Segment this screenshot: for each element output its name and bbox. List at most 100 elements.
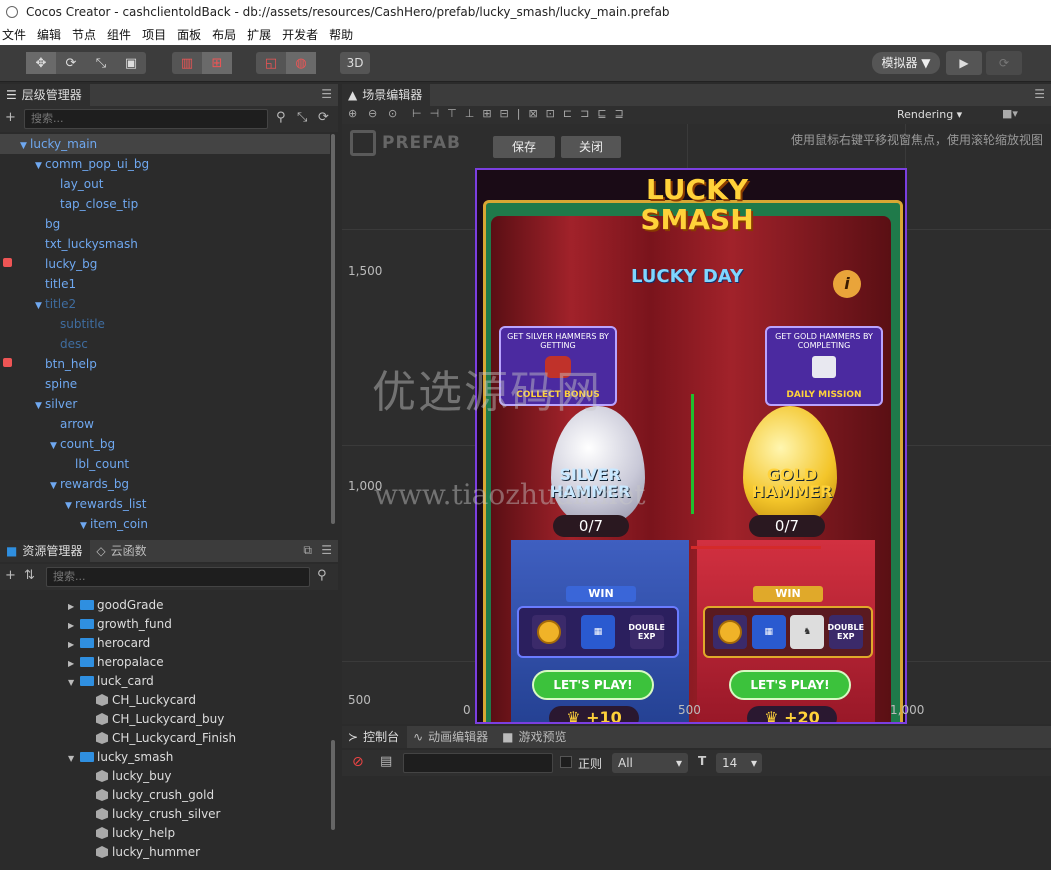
game-prefab-preview[interactable]: LUCKY SMASH LUCKY DAY i GET SILVER HAMME… <box>475 168 907 724</box>
asset-folder[interactable]: ▶ herocard <box>0 634 330 653</box>
save-button[interactable]: 保存 <box>493 136 555 158</box>
scale-tool-icon[interactable]: ⤡ <box>86 52 116 74</box>
pivot-icon[interactable]: ▥ <box>172 52 202 74</box>
log-file-icon[interactable]: ▤ <box>380 754 392 769</box>
locate-icon[interactable]: ⤡ <box>297 110 307 125</box>
menu-node[interactable]: 节点 <box>70 26 99 43</box>
info-help-button[interactable]: i <box>833 270 861 298</box>
simulator-dropdown[interactable]: 模拟器 ▼ <box>872 52 940 74</box>
hierarchy-node[interactable]: ▼ item_coin <box>0 514 330 534</box>
chevron-down-icon[interactable]: ▼ <box>50 436 60 456</box>
hierarchy-node[interactable]: desc <box>0 334 330 354</box>
tab-animation-editor[interactable]: ∿ 动画编辑器 <box>407 726 497 748</box>
menu-developer[interactable]: 开发者 <box>280 26 321 43</box>
menu-file[interactable]: 文件 <box>0 26 29 43</box>
tab-hierarchy[interactable]: ☰ 层级管理器 <box>0 84 90 106</box>
search-icon[interactable]: ⚲ <box>276 110 286 125</box>
menu-panel[interactable]: 面板 <box>175 26 204 43</box>
menu-layout[interactable]: 布局 <box>210 26 239 43</box>
console-filter-input[interactable] <box>403 753 553 773</box>
chevron-down-icon[interactable]: ▼ <box>65 496 75 516</box>
silver-play-button[interactable]: LET'S PLAY! <box>532 670 654 700</box>
sort-icon[interactable]: ⇅ <box>24 568 35 583</box>
maximize-icon[interactable]: ⧉ <box>303 543 312 558</box>
chevron-right-icon[interactable]: ▶ <box>68 597 80 616</box>
zoom-out-icon[interactable]: ⊖ <box>368 107 377 120</box>
scene-viewport[interactable]: 1,500 1,000 500 PREFAB 保存 关闭 使用鼠标右键平移视窗焦… <box>342 124 1051 724</box>
gold-play-button[interactable]: LET'S PLAY! <box>729 670 851 700</box>
hierarchy-scrollbar[interactable] <box>331 134 335 524</box>
hierarchy-node[interactable]: ▼ rewards_bg <box>0 474 330 494</box>
chevron-down-icon[interactable]: ▼ <box>68 673 80 692</box>
font-size-select[interactable]: 14 ▾ <box>716 753 762 773</box>
chevron-down-icon[interactable]: ▼ <box>35 396 45 416</box>
3d-toggle-button[interactable]: 3D <box>340 52 370 74</box>
global-coord-icon[interactable]: ◍ <box>286 52 316 74</box>
tab-assets[interactable]: ■ 资源管理器 <box>0 540 91 562</box>
chevron-down-icon[interactable]: ▼ <box>68 749 80 768</box>
log-level-select[interactable]: All ▾ <box>612 753 688 773</box>
add-node-icon[interactable]: + <box>5 110 16 125</box>
hierarchy-node[interactable]: title1 <box>0 274 330 294</box>
chevron-right-icon[interactable]: ▶ <box>68 616 80 635</box>
hierarchy-node[interactable]: ▼ silver <box>0 394 330 414</box>
asset-prefab[interactable]: CH_Luckycard_buy <box>0 710 330 729</box>
rotate-tool-icon[interactable]: ⟳ <box>56 52 86 74</box>
chevron-down-icon[interactable]: ▼ <box>20 136 30 156</box>
asset-prefab[interactable]: lucky_help <box>0 824 330 843</box>
align-tools[interactable]: ⊢⊣⊤⊥⊞⊟|⊠⊡⊏⊐⊑⊒ <box>412 107 632 120</box>
hierarchy-node[interactable]: txt_luckysmash <box>0 234 330 254</box>
hierarchy-node[interactable]: arrow <box>0 414 330 434</box>
tab-game-preview[interactable]: ■ 游戏预览 <box>496 726 575 748</box>
hierarchy-search-input[interactable]: 搜索... <box>24 109 268 129</box>
chevron-down-icon[interactable]: ▼ <box>35 296 45 316</box>
play-button[interactable]: ▶ <box>946 51 982 75</box>
chevron-right-icon[interactable]: ▶ <box>68 635 80 654</box>
menu-component[interactable]: 组件 <box>105 26 134 43</box>
assets-search-input[interactable]: 搜索... <box>46 567 310 587</box>
lock-icon[interactable] <box>3 358 12 367</box>
chevron-down-icon[interactable]: ▼ <box>35 156 45 176</box>
asset-folder[interactable]: ▶ growth_fund <box>0 615 330 634</box>
chevron-down-icon[interactable]: ▼ <box>80 516 90 536</box>
hierarchy-node[interactable]: ▼ count_bg <box>0 434 330 454</box>
camera-icon[interactable]: ■▾ <box>1002 107 1018 120</box>
hierarchy-node[interactable]: ▼ rewards_list <box>0 494 330 514</box>
y-axis-gizmo[interactable] <box>691 394 694 514</box>
move-tool-icon[interactable]: ✥ <box>26 52 56 74</box>
menu-extension[interactable]: 扩展 <box>245 26 274 43</box>
asset-prefab[interactable]: lucky_crush_silver <box>0 805 330 824</box>
asset-folder[interactable]: ▼ lucky_smash <box>0 748 330 767</box>
hierarchy-node[interactable]: spine <box>0 374 330 394</box>
hierarchy-menu-icon[interactable]: ☰ <box>321 87 332 101</box>
center-icon[interactable]: ⊞ <box>202 52 232 74</box>
asset-prefab[interactable]: lucky_hummer <box>0 843 330 862</box>
rect-tool-icon[interactable]: ▣ <box>116 52 146 74</box>
menu-project[interactable]: 项目 <box>140 26 169 43</box>
asset-prefab[interactable]: lucky_buy <box>0 767 330 786</box>
asset-prefab[interactable]: lucky_crush_gold <box>0 786 330 805</box>
asset-folder[interactable]: ▶ heropalace <box>0 653 330 672</box>
search-icon[interactable]: ⚲ <box>317 568 327 583</box>
asset-folder[interactable]: ▶ goodGrade <box>0 596 330 615</box>
add-asset-icon[interactable]: + <box>5 568 16 583</box>
regex-checkbox[interactable] <box>560 756 572 768</box>
clear-icon[interactable]: ⊘ <box>352 754 364 770</box>
chevron-right-icon[interactable]: ▶ <box>68 654 80 673</box>
asset-prefab[interactable]: CH_Luckycard_Finish <box>0 729 330 748</box>
render-mode-dropdown[interactable]: Rendering ▾ <box>897 108 962 121</box>
asset-prefab[interactable]: CH_Luckycard <box>0 691 330 710</box>
refresh-icon[interactable]: ⟳ <box>318 110 329 125</box>
hierarchy-node[interactable]: tap_close_tip <box>0 194 330 214</box>
asset-folder[interactable]: ▼ luck_card <box>0 672 330 691</box>
menu-edit[interactable]: 编辑 <box>35 26 64 43</box>
close-button[interactable]: 关闭 <box>561 136 621 158</box>
refresh-button[interactable]: ⟳ <box>986 51 1022 75</box>
assets-menu-icon[interactable]: ☰ <box>321 543 332 557</box>
tab-cloud-functions[interactable]: ◇ 云函数 <box>90 540 155 562</box>
hierarchy-node[interactable]: ▼ lucky_main <box>0 134 330 154</box>
hierarchy-node[interactable]: bg <box>0 214 330 234</box>
hierarchy-node[interactable]: lbl_count <box>0 454 330 474</box>
tab-console[interactable]: ≻ 控制台 <box>342 726 408 748</box>
tab-scene[interactable]: ▲ 场景编辑器 <box>342 84 431 106</box>
